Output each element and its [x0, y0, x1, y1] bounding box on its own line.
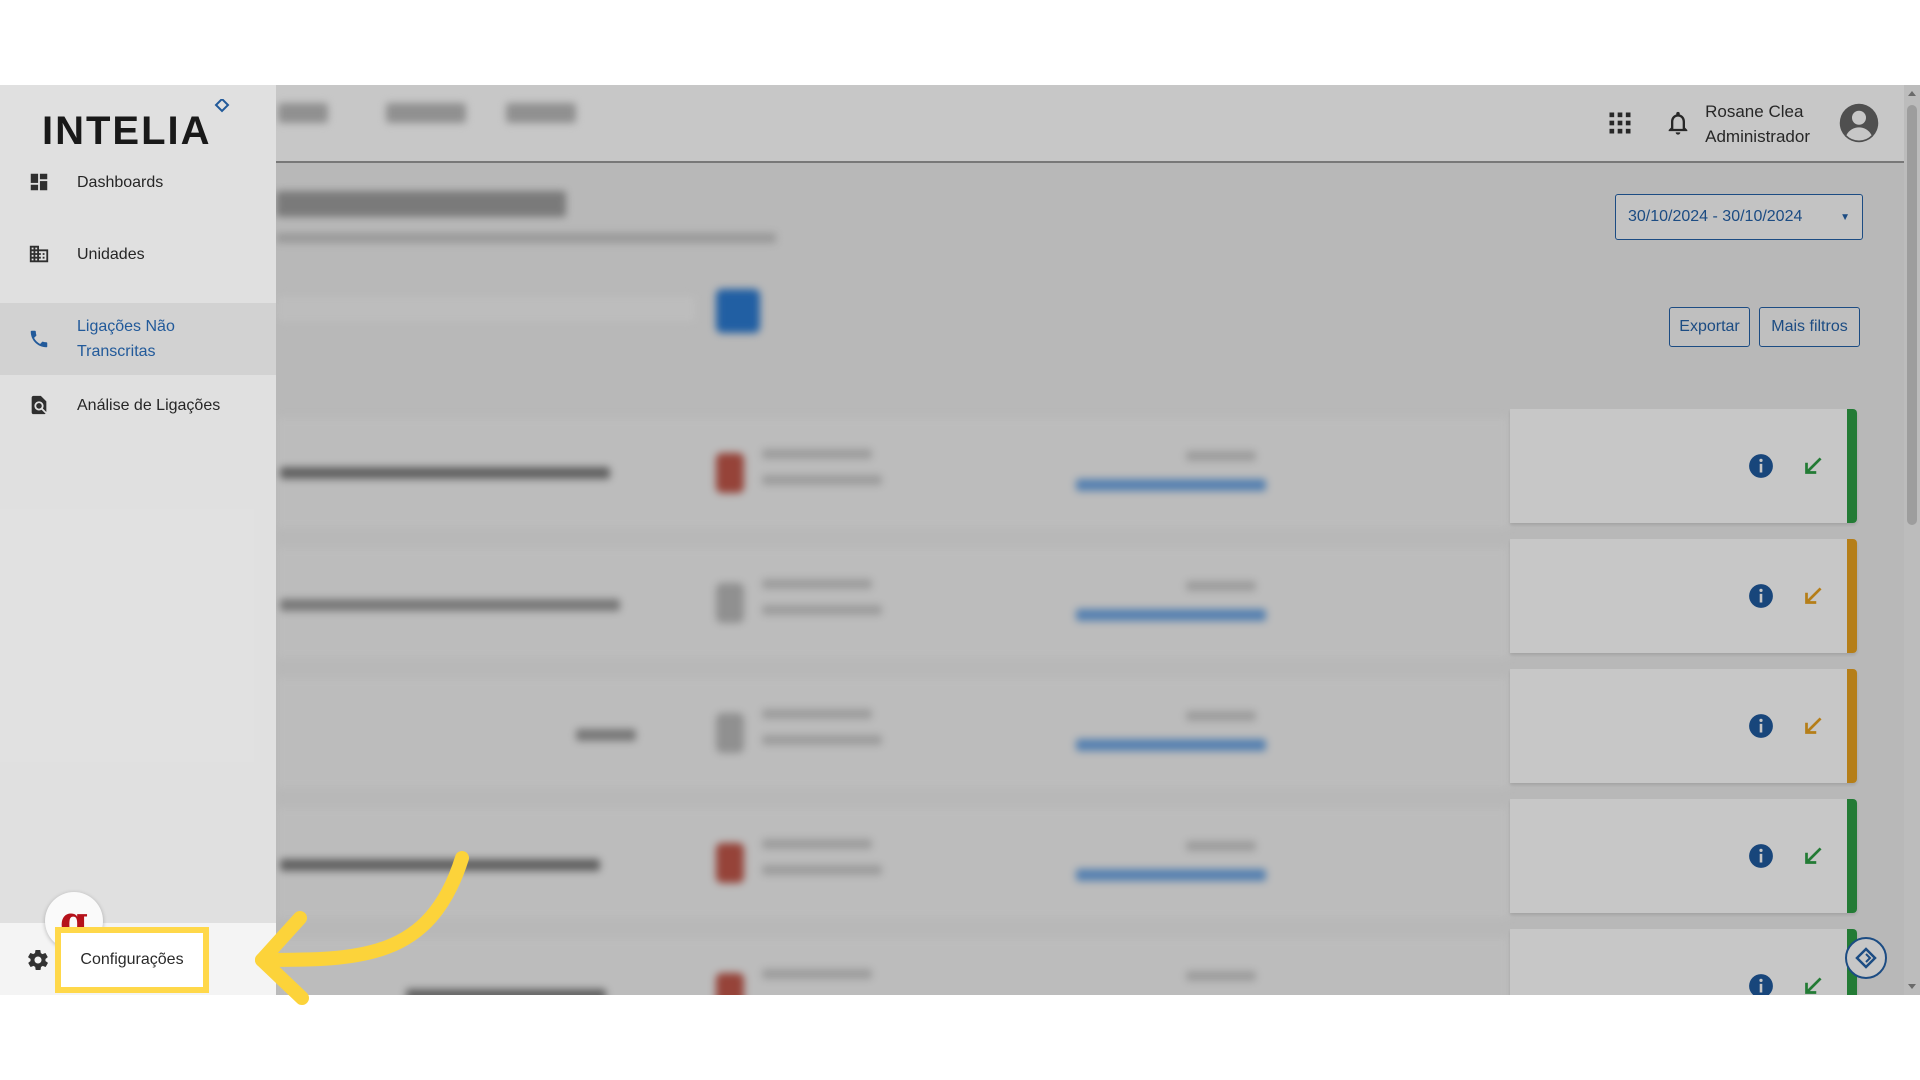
user-role: Administrador: [1705, 127, 1810, 146]
diamond-logo-icon: [1855, 947, 1877, 969]
info-icon[interactable]: [1748, 583, 1774, 609]
call-card[interactable]: [1510, 669, 1857, 783]
blurred-tab: [506, 103, 576, 123]
apps-grid-icon[interactable]: [1606, 109, 1634, 137]
more-filters-button[interactable]: Mais filtros: [1759, 307, 1860, 347]
settings-label: Configurações: [80, 951, 184, 968]
incoming-call-arrow-icon: [1800, 713, 1826, 739]
dashboard-icon: [28, 171, 50, 193]
sidebar-dim-overlay: [0, 85, 276, 923]
phone-icon: [28, 328, 50, 350]
sidebar: INTELIA Dashboards Unidades Ligações Não…: [0, 85, 276, 995]
user-name: Rosane Clea: [1705, 102, 1804, 121]
info-icon[interactable]: [1748, 973, 1774, 995]
date-range-select[interactable]: 30/10/2024 - 30/10/2024 ▼: [1615, 194, 1863, 240]
sidebar-item-label: Ligações Não Transcritas: [77, 318, 175, 360]
status-stripe: [1847, 799, 1857, 913]
blurred-card: [276, 677, 1510, 789]
status-stripe: [1847, 669, 1857, 783]
info-icon[interactable]: [1748, 713, 1774, 739]
status-stripe: [1847, 409, 1857, 523]
incoming-call-arrow-icon: [1800, 453, 1826, 479]
settings-button[interactable]: Configurações: [55, 927, 209, 993]
user-avatar-icon[interactable]: [1838, 102, 1880, 144]
sidebar-item-label: Análise de Ligações: [77, 396, 221, 414]
sidebar-item-dashboards[interactable]: Dashboards: [0, 159, 276, 205]
call-card[interactable]: [1510, 799, 1857, 913]
call-card[interactable]: [1510, 929, 1857, 995]
sidebar-item-label: Unidades: [77, 245, 145, 263]
blurred-breadcrumb: [276, 233, 776, 243]
incoming-call-arrow-icon: [1800, 843, 1826, 869]
scroll-thumb[interactable]: [1907, 105, 1917, 525]
top-header: Rosane Clea Administrador: [276, 85, 1904, 163]
scroll-up-arrow-icon[interactable]: [1908, 91, 1916, 96]
status-stripe: [1847, 539, 1857, 653]
incoming-call-arrow-icon: [1800, 973, 1826, 995]
info-icon[interactable]: [1748, 453, 1774, 479]
sidebar-item-analise-de-ligacoes[interactable]: Análise de Ligações: [0, 375, 276, 435]
app-window: Rosane Clea Administrador 30/10/2024 - 3…: [0, 85, 1920, 995]
intelia-logo: INTELIA: [42, 99, 230, 149]
sidebar-item-ligacoes-nao-transcritas[interactable]: Ligações Não Transcritas: [0, 303, 276, 375]
info-icon[interactable]: [1748, 843, 1774, 869]
sidebar-item-label: Dashboards: [77, 173, 164, 191]
notification-bell-icon[interactable]: [1664, 109, 1692, 137]
blurred-card: [276, 807, 1510, 919]
call-card[interactable]: [1510, 409, 1857, 523]
date-range-value: 30/10/2024 - 30/10/2024: [1628, 208, 1803, 225]
user-info[interactable]: Rosane Clea Administrador: [1705, 99, 1810, 149]
blurred-tab: [386, 103, 466, 123]
blurred-search: [276, 296, 696, 322]
svg-text:INTELIA: INTELIA: [42, 109, 212, 149]
floating-assistant-button[interactable]: [1845, 937, 1887, 979]
blurred-card: [276, 937, 1510, 995]
incoming-call-arrow-icon: [1800, 583, 1826, 609]
search-document-icon: [28, 394, 50, 416]
sidebar-item-unidades[interactable]: Unidades: [0, 231, 276, 277]
blurred-card: [276, 417, 1510, 529]
caret-down-icon: ▼: [1840, 211, 1850, 223]
blurred-page-title: [276, 191, 566, 217]
building-icon: [28, 243, 50, 265]
blurred-card: [276, 547, 1510, 659]
gear-icon[interactable]: [26, 948, 50, 972]
export-button[interactable]: Exportar: [1669, 307, 1750, 347]
page-scrollbar[interactable]: [1904, 85, 1920, 995]
blurred-tab: [278, 103, 328, 123]
blurred-search-button: [716, 289, 760, 333]
call-card[interactable]: [1510, 539, 1857, 653]
blurred-content: [276, 103, 1510, 995]
scroll-down-arrow-icon[interactable]: [1908, 984, 1916, 989]
